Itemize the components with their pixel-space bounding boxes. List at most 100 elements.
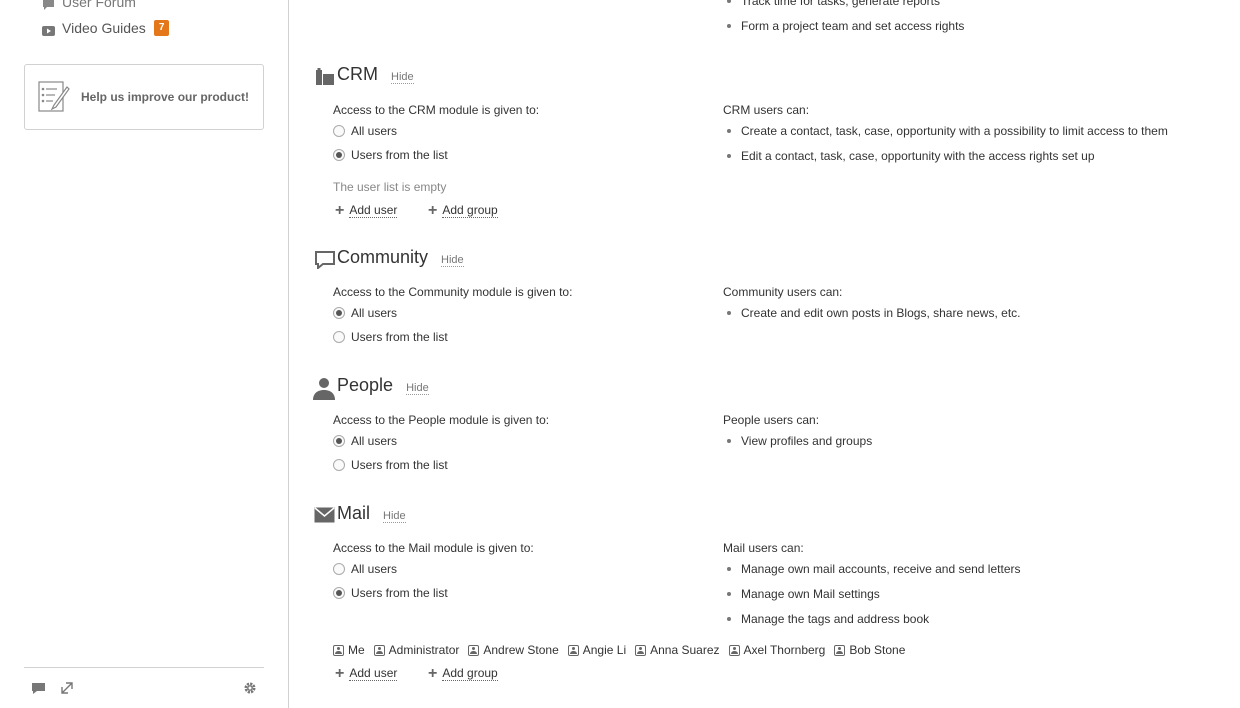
list-item: View profiles and groups bbox=[723, 434, 872, 448]
plus-icon: + bbox=[335, 665, 345, 682]
radio-button[interactable] bbox=[333, 307, 345, 319]
play-video-icon bbox=[42, 23, 55, 36]
mail-add-group-button[interactable]: + Add group bbox=[428, 665, 498, 682]
section-title: Mail bbox=[337, 503, 371, 523]
add-group-label: Add group bbox=[442, 666, 498, 681]
improve-product-button[interactable]: Help us improve our product! bbox=[24, 64, 264, 130]
community-chat-icon bbox=[315, 251, 335, 272]
sidebar-item-label: User Forum bbox=[62, 0, 136, 10]
people-can-label: People users can: bbox=[723, 413, 820, 427]
mail-radio-all-users[interactable]: All users bbox=[333, 562, 397, 576]
mail-access-label: Access to the Mail module is given to: bbox=[333, 541, 534, 555]
mail-add-user-button[interactable]: + Add user bbox=[335, 665, 398, 682]
radio-label: All users bbox=[351, 434, 398, 448]
radio-label: Users from the list bbox=[351, 148, 448, 162]
community-can-label: Community users can: bbox=[723, 285, 843, 299]
radio-label: All users bbox=[351, 562, 398, 576]
user-icon bbox=[834, 644, 846, 656]
add-user-label: Add user bbox=[349, 203, 398, 218]
mail-envelope-icon bbox=[314, 507, 335, 526]
user-chip[interactable]: Administrator bbox=[373, 643, 460, 657]
hide-community-link[interactable]: Hide bbox=[441, 254, 464, 267]
radio-label: Users from the list bbox=[351, 330, 448, 344]
user-chip[interactable]: Axel Thornberg bbox=[728, 643, 826, 657]
user-icon bbox=[728, 644, 740, 656]
crm-access-label: Access to the CRM module is given to: bbox=[333, 103, 540, 117]
expand-icon[interactable] bbox=[59, 680, 75, 696]
radio-button[interactable] bbox=[333, 459, 345, 471]
list-item: Manage the tags and address book bbox=[723, 612, 929, 626]
add-group-label: Add group bbox=[442, 203, 498, 218]
crm-user-list-empty: The user list is empty bbox=[333, 180, 447, 194]
hide-crm-link[interactable]: Hide bbox=[391, 71, 414, 84]
sidebar-item-video-guides[interactable]: Video Guides 7 bbox=[42, 20, 170, 36]
plus-icon: + bbox=[335, 202, 345, 219]
mail-user-list: Me Administrator Andrew Stone Angie Li A… bbox=[333, 643, 914, 657]
list-item: Track time for tasks, generate reports bbox=[723, 0, 940, 8]
sidebar-item-label: Video Guides bbox=[62, 20, 146, 36]
radio-button[interactable] bbox=[333, 563, 345, 575]
main-content: Track time for tasks, generate reports F… bbox=[290, 0, 1240, 708]
user-chip[interactable]: Me bbox=[333, 643, 365, 657]
people-radio-users-from-list[interactable]: Users from the list bbox=[333, 458, 448, 472]
radio-label: Users from the list bbox=[351, 458, 448, 472]
sidebar-footer bbox=[24, 667, 264, 707]
people-section-header: People Hide bbox=[337, 375, 429, 396]
section-title: Community bbox=[337, 247, 429, 267]
crm-radio-users-from-list[interactable]: Users from the list bbox=[333, 148, 448, 162]
list-item: Form a project team and set access right… bbox=[723, 19, 964, 33]
plus-icon: + bbox=[428, 202, 438, 219]
user-name: Axel Thornberg bbox=[743, 643, 826, 657]
hide-people-link[interactable]: Hide bbox=[406, 382, 429, 395]
people-radio-all-users[interactable]: All users bbox=[333, 434, 397, 448]
user-chip[interactable]: Anna Suarez bbox=[635, 643, 720, 657]
radio-button[interactable] bbox=[333, 125, 345, 137]
user-name: Me bbox=[348, 643, 365, 657]
improve-product-label: Help us improve our product! bbox=[81, 90, 250, 104]
feedback-chat-icon[interactable] bbox=[30, 680, 46, 696]
list-item: Edit a contact, task, case, opportunity … bbox=[723, 149, 1095, 163]
crm-can-label: CRM users can: bbox=[723, 103, 810, 117]
radio-button[interactable] bbox=[333, 149, 345, 161]
survey-checklist-icon bbox=[37, 79, 71, 116]
community-radio-all-users[interactable]: All users bbox=[333, 306, 397, 320]
chat-bubble-icon bbox=[42, 0, 55, 10]
user-chip[interactable]: Bob Stone bbox=[834, 643, 905, 657]
people-person-icon bbox=[313, 376, 335, 403]
crm-add-user-button[interactable]: + Add user bbox=[335, 202, 398, 219]
user-chip[interactable]: Angie Li bbox=[567, 643, 626, 657]
mail-can-label: Mail users can: bbox=[723, 541, 804, 555]
user-icon bbox=[567, 644, 579, 656]
sidebar: User Forum Video Guides 7 Help us improv… bbox=[0, 0, 289, 708]
user-chip[interactable]: Andrew Stone bbox=[468, 643, 559, 657]
people-access-label: Access to the People module is given to: bbox=[333, 413, 550, 427]
user-icon bbox=[373, 644, 385, 656]
sidebar-item-user-forum[interactable]: User Forum bbox=[42, 0, 136, 10]
radio-label: Users from the list bbox=[351, 586, 448, 600]
user-name: Administrator bbox=[388, 643, 460, 657]
gear-icon[interactable] bbox=[242, 680, 258, 696]
user-name: Bob Stone bbox=[849, 643, 906, 657]
list-item: Create and edit own posts in Blogs, shar… bbox=[723, 306, 1021, 320]
radio-button[interactable] bbox=[333, 435, 345, 447]
mail-section-header: Mail Hide bbox=[337, 503, 406, 524]
add-user-label: Add user bbox=[349, 666, 398, 681]
list-item: Manage own mail accounts, receive and se… bbox=[723, 562, 1021, 576]
crm-add-group-button[interactable]: + Add group bbox=[428, 202, 498, 219]
crm-radio-all-users[interactable]: All users bbox=[333, 124, 397, 138]
radio-button[interactable] bbox=[333, 331, 345, 343]
crm-section-header: CRM Hide bbox=[337, 64, 414, 85]
plus-icon: + bbox=[428, 665, 438, 682]
hide-mail-link[interactable]: Hide bbox=[383, 510, 406, 523]
mail-radio-users-from-list[interactable]: Users from the list bbox=[333, 586, 448, 600]
section-title: People bbox=[337, 375, 394, 395]
user-name: Anna Suarez bbox=[650, 643, 720, 657]
radio-label: All users bbox=[351, 124, 398, 138]
user-name: Andrew Stone bbox=[483, 643, 559, 657]
count-badge: 7 bbox=[153, 20, 170, 36]
community-radio-users-from-list[interactable]: Users from the list bbox=[333, 330, 448, 344]
crm-building-icon bbox=[315, 67, 335, 88]
community-access-label: Access to the Community module is given … bbox=[333, 285, 573, 299]
radio-button[interactable] bbox=[333, 587, 345, 599]
list-item: Manage own Mail settings bbox=[723, 587, 880, 601]
